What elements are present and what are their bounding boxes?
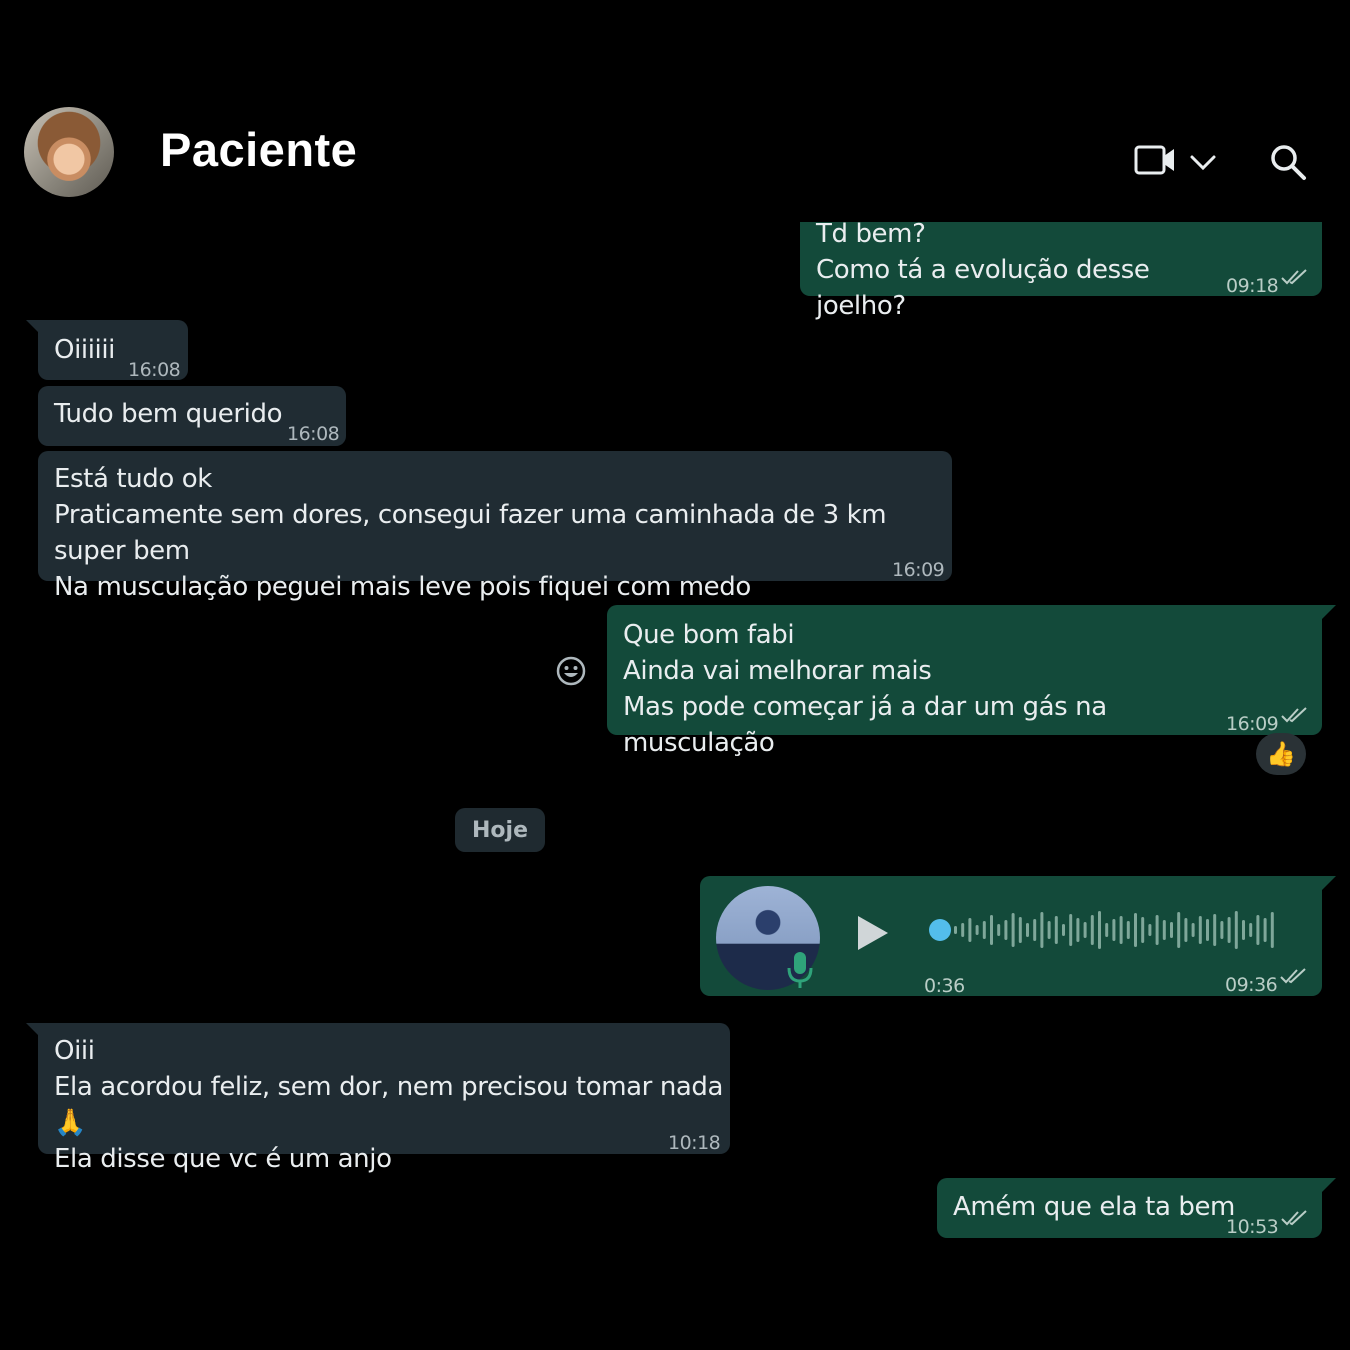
message-incoming[interactable]: Tudo bem querido 16:08 [38,386,346,446]
waveform-bar [1119,916,1123,944]
contact-name[interactable]: Paciente [160,122,357,177]
waveform-bar [1270,912,1274,948]
double-check-icon [1281,707,1307,723]
waveform-bar [1141,917,1145,943]
message-time: 10:18 [668,1132,721,1154]
waveform-bar [1062,924,1065,936]
waveform-bar [1242,920,1245,940]
voice-duration: 0:36 [924,975,965,997]
waveform-bar [1018,917,1022,943]
waveform-bar [1105,923,1109,937]
message-outgoing[interactable]: Td bem? Como tá a evolução desse joelho?… [800,219,1322,321]
waveform-bar [1148,924,1152,936]
waveform-bar [1234,911,1238,949]
message-text: Oiii Ela acordou feliz, sem dor, nem pre… [54,1036,724,1174]
bubble-tail [26,1023,40,1037]
reaction-badge[interactable]: 👍 [1256,733,1306,775]
message-time: 16:09 [892,559,945,581]
message-text: Tudo bem querido [54,399,283,429]
chat-header: Paciente [0,90,1350,210]
message-text: Amém que ela ta bem [953,1192,1235,1222]
waveform-bar [954,926,957,934]
message-incoming[interactable]: Oiii Ela acordou feliz, sem dor, nem pre… [26,1023,730,1174]
waveform-bar [1126,921,1130,939]
contact-avatar[interactable] [24,107,114,197]
message-time: 16:08 [128,359,181,381]
waveform-bar [1155,915,1159,945]
waveform-bar [1026,923,1029,937]
waveform-bar [1112,919,1116,941]
smiley-icon[interactable] [555,655,587,687]
message-incoming[interactable]: Oiiiiii 16:08 [26,320,188,381]
waveform-bar [961,923,965,937]
double-check-icon [1280,968,1306,984]
waveform-bar [1263,918,1267,942]
voice-message[interactable]: 0:36 09:36 [700,876,1336,997]
video-call-icon[interactable] [1134,142,1176,178]
waveform-bar [1256,915,1260,945]
waveform-bar [1249,923,1253,937]
message-text: Que bom fabi Ainda vai melhorar mais Mas… [623,620,1107,758]
audio-waveform[interactable] [928,906,1288,954]
microphone-icon [787,952,813,988]
message-time: 09:36 [1225,974,1278,996]
waveform-bar [997,924,1001,936]
waveform-bar [1206,919,1209,941]
waveform-bar [1227,917,1231,943]
waveform-bar [1098,911,1101,949]
message-outgoing[interactable]: Que bom fabi Ainda vai melhorar mais Mas… [607,605,1336,758]
message-text: Td bem? Como tá a evolução desse joelho? [816,219,1150,321]
waveform-bar [1198,916,1202,944]
waveform-bar [975,925,979,935]
waveform-bar [1047,921,1051,939]
waveform-bar [990,915,993,945]
message-text: Oiiiiii [54,335,116,365]
message-time: 09:18 [1226,275,1279,297]
message-outgoing[interactable]: Amém que ela ta bem 10:53 [937,1178,1336,1238]
playback-position-dot[interactable] [929,919,951,941]
waveform-bar [1054,916,1058,944]
waveform-bar [1184,918,1188,942]
double-check-icon [1281,269,1307,285]
waveform-bar [1069,914,1073,946]
chevron-down-icon[interactable] [1188,150,1218,174]
waveform-bar [1076,918,1080,942]
bubble-tail [1322,605,1336,619]
message-text: Está tudo ok Praticamente sem dores, con… [54,464,887,602]
search-icon[interactable] [1268,142,1308,182]
waveform-bar [1177,912,1181,948]
bubble-tail [26,320,40,334]
waveform-bar [1083,922,1087,938]
waveform-bar [1191,923,1195,937]
message-time: 16:08 [287,423,340,445]
waveform-bar [982,921,986,939]
waveform-bar [1033,919,1037,941]
waveform-bar [1011,913,1015,947]
bubble-tail [1322,876,1336,890]
day-separator: Hoje [455,808,545,852]
waveform-bar [1134,913,1137,947]
bubble-tail [1322,1178,1336,1192]
double-check-icon [1281,1210,1307,1226]
waveform-bar [1220,921,1224,939]
waveform-bar [1004,920,1008,940]
message-incoming[interactable]: Está tudo ok Praticamente sem dores, con… [38,451,952,602]
waveform-bar [1040,912,1044,948]
message-time: 10:53 [1226,1216,1279,1238]
waveform-bar [968,918,972,942]
waveform-bar [1090,915,1094,945]
play-icon[interactable] [854,914,890,952]
waveform-bar [1213,914,1217,946]
waveform-bar [1162,920,1166,940]
waveform-bar [1170,922,1173,938]
